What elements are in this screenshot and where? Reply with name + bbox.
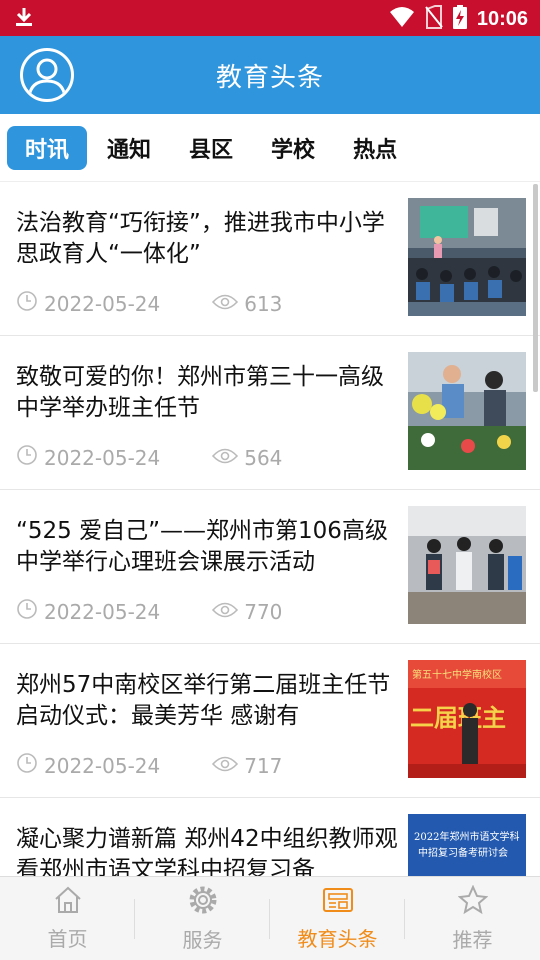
clock-icon xyxy=(16,290,38,317)
bottom-nav: 首页 服务 教育头条 推荐 xyxy=(0,876,540,960)
news-date: 2022-05-24 xyxy=(44,753,161,778)
nav-home[interactable]: 首页 xyxy=(0,877,135,960)
news-views: 770 xyxy=(244,599,283,624)
home-icon xyxy=(53,886,83,919)
clock-time: 10:06 xyxy=(476,7,528,30)
nav-recommend-label: 推荐 xyxy=(452,927,493,952)
news-item[interactable]: “525 爱自己”——郑州市第106高级中学举行心理班会课展示活动 2022-0… xyxy=(0,490,540,644)
news-title: 致敬可爱的你！郑州市第三十一高级中学举办班主任节 xyxy=(16,364,384,421)
nav-recommend[interactable]: 推荐 xyxy=(405,877,540,960)
tab-xianqu[interactable]: 县区 xyxy=(171,126,251,170)
news-title: 法治教育“巧衔接”，推进我市中小学思政育人“一体化” xyxy=(16,210,385,267)
category-tabs: 时讯 通知 县区 学校 热点 xyxy=(0,114,540,182)
user-avatar-icon[interactable] xyxy=(20,48,74,102)
news-item[interactable]: 法治教育“巧衔接”，推进我市中小学思政育人“一体化” 2022-05-24 61… xyxy=(0,182,540,336)
star-icon xyxy=(457,884,488,920)
news-date: 2022-05-24 xyxy=(44,291,161,316)
page-title: 教育头条 xyxy=(215,62,324,93)
news-views: 564 xyxy=(244,445,283,470)
news-list: 法治教育“巧衔接”，推进我市中小学思政育人“一体化” 2022-05-24 61… xyxy=(0,182,540,876)
clock-icon xyxy=(16,444,38,471)
tab-shixun[interactable]: 时讯 xyxy=(7,125,88,170)
news-date: 2022-05-24 xyxy=(44,445,161,470)
nav-edu-headlines[interactable]: 教育头条 xyxy=(270,877,405,960)
news-item[interactable]: 致敬可爱的你！郑州市第三十一高级中学举办班主任节 2022-05-24 564 xyxy=(0,336,540,490)
tab-xuexiao[interactable]: 学校 xyxy=(253,126,333,170)
eye-icon xyxy=(212,446,239,470)
news-title: “525 爱自己”——郑州市第106高级中学举行心理班会课展示活动 xyxy=(16,518,388,575)
eye-icon xyxy=(212,600,239,624)
nav-home-label: 首页 xyxy=(47,926,88,951)
thumb-banner-text: 二届班主 xyxy=(410,704,506,732)
news-item[interactable]: 凝心聚力谱新篇 郑州42中组织教师观看郑州市语文学科中招复习备 2022年郑州市… xyxy=(0,798,540,876)
news-title: 凝心聚力谱新篇 郑州42中组织教师观看郑州市语文学科中招复习备 xyxy=(16,826,398,876)
news-thumbnail xyxy=(408,352,526,470)
nav-service-label: 服务 xyxy=(182,927,223,952)
news-title: 郑州57中南校区举行第二届班主任节启动仪式：最美芳华 感谢有 xyxy=(16,672,391,729)
thumb-banner-text: 2022年郑州市语文学科 xyxy=(414,830,519,843)
status-bar: 10:06 xyxy=(0,0,540,36)
gear-icon xyxy=(188,885,218,920)
news-thumbnail xyxy=(408,198,526,316)
eye-icon xyxy=(212,754,239,778)
wifi-icon xyxy=(389,6,415,32)
news-thumbnail: 2022年郑州市语文学科 中招复习备考研讨会 xyxy=(408,814,526,876)
clock-icon xyxy=(16,598,38,625)
download-icon xyxy=(14,6,34,32)
thumb-banner-text: 第五十七中学南校区 xyxy=(412,668,502,681)
news-thumbnail: 第五十七中学南校区 二届班主 xyxy=(408,660,526,778)
eye-icon xyxy=(212,292,239,316)
clock-icon xyxy=(16,752,38,779)
scrollbar[interactable] xyxy=(533,184,538,392)
news-thumbnail xyxy=(408,506,526,624)
news-views: 717 xyxy=(244,753,283,778)
news-views: 613 xyxy=(244,291,283,316)
nav-service[interactable]: 服务 xyxy=(135,877,270,960)
news-date: 2022-05-24 xyxy=(44,599,161,624)
thumb-banner-text: 中招复习备考研讨会 xyxy=(418,846,508,859)
no-sim-icon xyxy=(425,5,443,33)
nav-edu-headlines-label: 教育头条 xyxy=(297,926,378,951)
tab-redian[interactable]: 热点 xyxy=(335,126,415,170)
news-item[interactable]: 郑州57中南校区举行第二届班主任节启动仪式：最美芳华 感谢有 2022-05-2… xyxy=(0,644,540,798)
battery-charging-icon xyxy=(452,5,467,33)
app-header: 教育头条 xyxy=(0,36,540,114)
tab-tongzhi[interactable]: 通知 xyxy=(89,126,169,170)
newspaper-icon xyxy=(322,886,354,919)
